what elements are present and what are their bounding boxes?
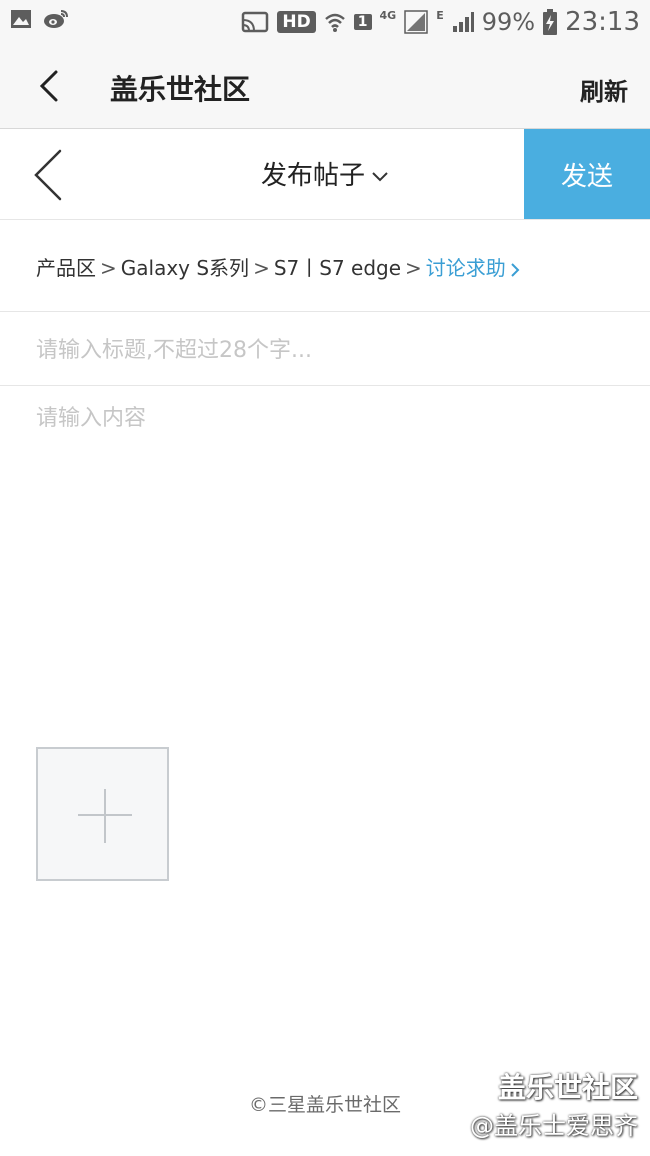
breadcrumb-item: 产品区 [36, 256, 96, 280]
breadcrumb-separator: > [405, 256, 422, 280]
app-title: 盖乐世社区 [110, 73, 251, 106]
app-bar: 盖乐世社区 刷新 [0, 44, 650, 129]
watermark-handle: @盖乐士爱思齐 [470, 1112, 638, 1140]
breadcrumb-separator: > [253, 256, 270, 280]
refresh-button[interactable]: 刷新 [580, 72, 628, 107]
post-title-input[interactable] [36, 330, 616, 370]
back-arrow-icon[interactable] [30, 66, 70, 106]
post-header: 发布帖子 发送 [0, 129, 650, 220]
clock: 23:13 [565, 7, 640, 37]
sim-badge: 1 [353, 14, 372, 30]
gallery-icon [11, 10, 31, 28]
chevron-down-icon [372, 171, 388, 181]
network-4g-label: 4G [379, 8, 397, 22]
divider [0, 311, 650, 312]
breadcrumb: 产品区 > Galaxy S系列 > S7丨S7 edge > 讨论求助 [36, 252, 520, 281]
post-editor-screen: HD 1 4G E 99% 23:13 盖乐世社区 刷新 发布帖子 发送 产品区… [0, 0, 650, 1156]
battery-percent: 99% [481, 8, 536, 36]
network-e-label: E [436, 8, 444, 22]
wifi-icon [324, 13, 345, 32]
watermark: 盖乐世社区 @盖乐士爱思齐 [470, 1066, 638, 1141]
divider [0, 385, 650, 386]
status-right-icons: HD 1 4G E 99% 23:13 [241, 4, 640, 40]
breadcrumb-separator: > [100, 256, 117, 280]
breadcrumb-item: Galaxy S系列 [120, 256, 250, 280]
status-bar: HD 1 4G E 99% 23:13 [0, 0, 650, 44]
signal-4g-icon [404, 10, 428, 34]
post-type-label: 发布帖子 [260, 161, 365, 191]
cast-icon [242, 11, 269, 33]
breadcrumb-item: S7丨S7 edge [273, 256, 402, 280]
chevron-right-icon[interactable] [510, 262, 520, 278]
add-image-button[interactable] [36, 747, 169, 881]
forum-category-link[interactable]: 讨论求助 [426, 256, 506, 280]
status-left-icons [10, 8, 70, 30]
battery-charging-icon [543, 9, 558, 35]
weibo-icon [44, 10, 68, 28]
signal-icon [452, 12, 474, 32]
watermark-title: 盖乐世社区 [497, 1071, 638, 1104]
post-content-input[interactable] [36, 400, 616, 720]
hd-badge: HD [277, 11, 316, 33]
plus-icon [104, 789, 106, 843]
send-button[interactable]: 发送 [524, 129, 650, 219]
